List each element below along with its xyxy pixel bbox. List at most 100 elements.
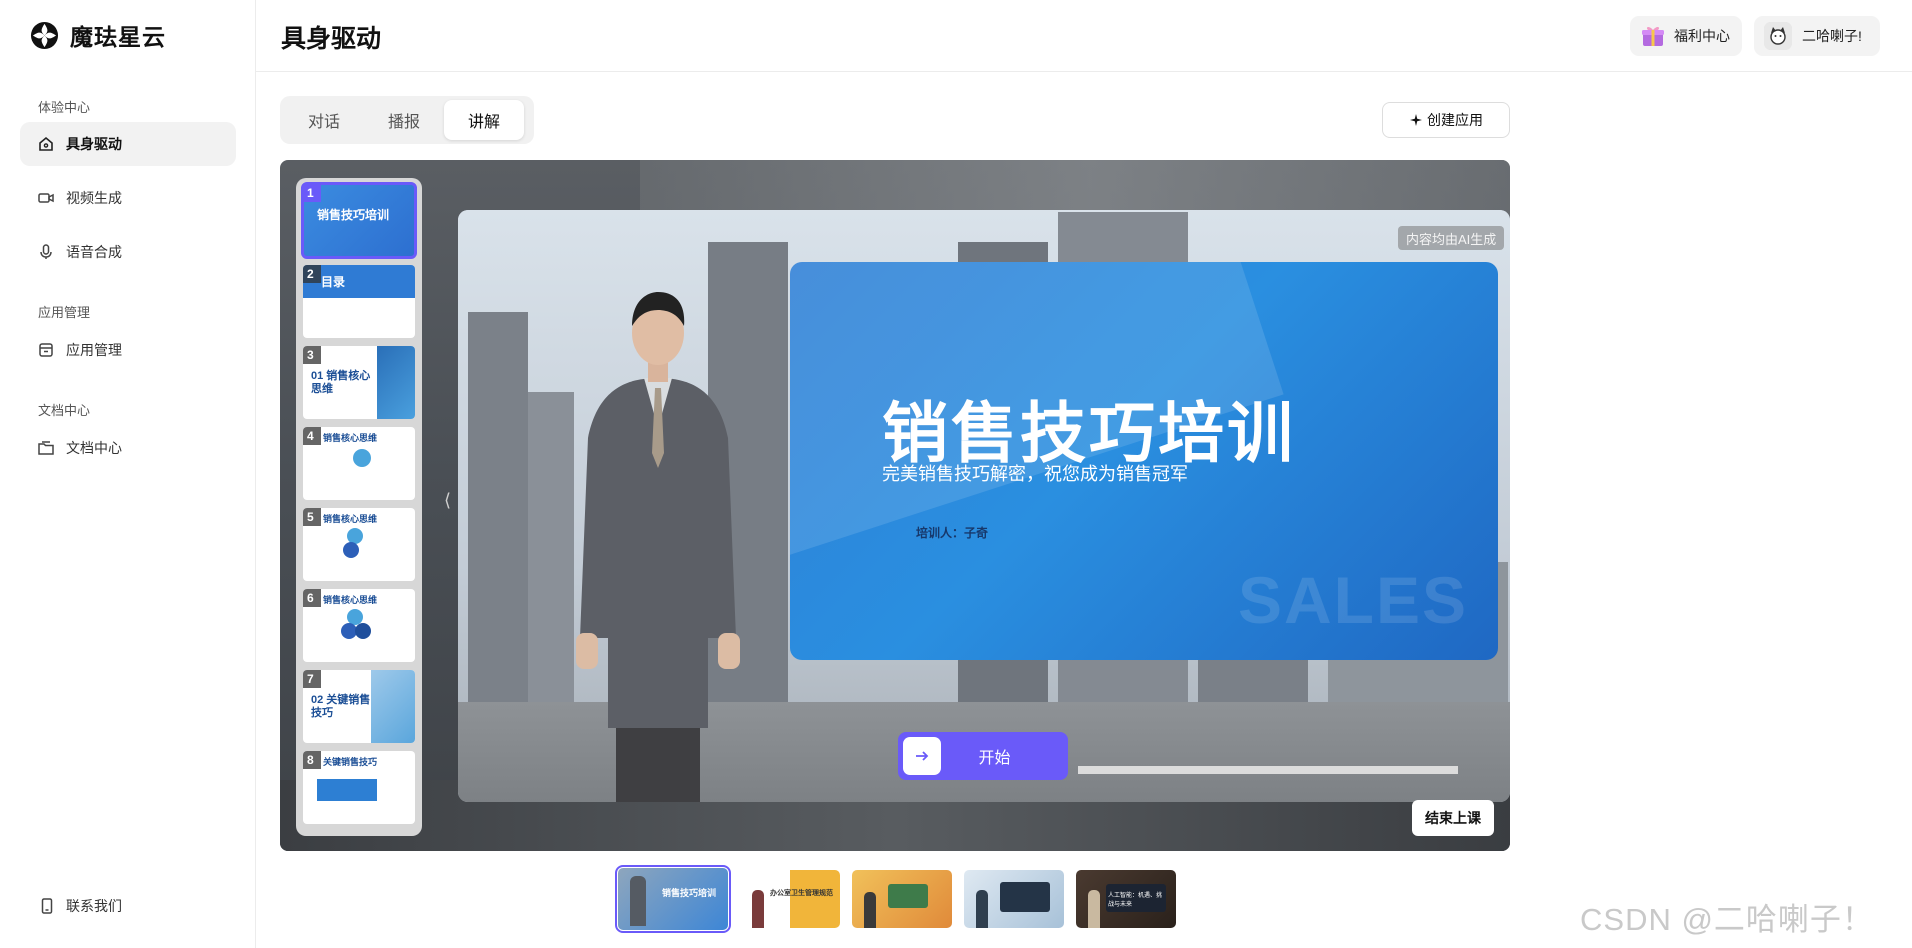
thumbnail-title: 销售技巧培训 [317,208,390,222]
sidebar-item-video-generation[interactable]: 视频生成 [20,176,236,220]
crosswalk [1078,766,1458,774]
user-name: 二哈喇子! [1802,28,1862,44]
gift-icon [1642,26,1664,46]
clover-logo-icon [30,21,59,49]
thumbnail-title: 销售核心思维 [323,514,378,524]
create-app-button[interactable]: 创建应用 [1382,102,1510,138]
thumbnail-image [371,670,415,743]
csdn-watermark: CSDN @二哈喇子！ [1580,902,1874,937]
thumbnail-number: 3 [303,346,321,364]
thumbnail-number: 7 [303,670,321,688]
sidebar-item-label: 文档中心 [66,440,122,456]
scene-thumbnail-5[interactable]: 人工智能：机遇、挑战与未来 [1076,870,1176,928]
thumbnail-graphic [355,623,371,639]
sidebar-item-label: 视频生成 [66,190,122,206]
sidebar-item-embodied-drive[interactable]: 具身驱动 [20,122,236,166]
video-camera-icon [37,189,55,207]
thumbnail-title: 02 关键销售技巧 [311,694,371,719]
rail-collapse-handle[interactable]: ⟨ [444,490,454,520]
thumbnail-graphic [353,449,371,467]
thumbnail-title: 01 销售核心思维 [311,370,371,395]
scene-thumbnail-4[interactable] [964,870,1064,928]
tab-dialogue[interactable]: 对话 [284,100,364,140]
slide-thumbnail-6[interactable]: 6 销售核心思维 [303,589,415,662]
slide-trainer: 培训人：子奇 [916,526,989,540]
building [468,312,528,712]
scene-presenter [630,876,646,926]
scene-thumbnail-label: 人工智能：机遇、挑战与未来 [1108,893,1163,908]
presentation-stage: 1 销售技巧培训 2 目录 3 01 销售核心思维 4 销售核心思维 5 销售核… [280,160,1510,851]
scene-thumbnail-label: 办公室卫生管理规范 [770,890,833,897]
current-slide: 销售技巧培训 完美销售技巧解密，祝您成为销售冠军 培训人：子奇 SALES [790,262,1498,660]
phone-icon [38,897,56,915]
thumbnail-number: 8 [303,751,321,769]
slide-subtitle: 完美销售技巧解密，祝您成为销售冠军 [882,464,1188,484]
ai-generated-tag: 内容均由AI生成 [1398,226,1505,250]
thumbnail-number: 1 [303,184,321,202]
slide-thumbnail-4[interactable]: 4 销售核心思维 [303,427,415,500]
thumbnail-title: 关键销售技巧 [323,757,378,767]
page-title: 具身驱动 [281,25,382,53]
avatar [1764,22,1792,50]
sidebar-item-app-management[interactable]: 应用管理 [20,328,236,372]
scene-presenter [864,892,876,928]
slide-thumbnail-8[interactable]: 8 关键销售技巧 [303,751,415,824]
scene-presenter [976,890,988,928]
thumbnail-graphic [317,779,377,801]
scene-thumbnail-3[interactable] [852,870,952,928]
thumbnail-number: 4 [303,427,321,445]
thumbnail-image [377,346,415,419]
microphone-icon [37,243,55,261]
scene-presenter [1088,890,1100,928]
welfare-center-button[interactable]: 福利中心 [1630,16,1742,56]
create-app-label: 创建应用 [1427,112,1483,128]
thumbnail-number: 5 [303,508,321,526]
start-label: 开始 [978,750,1011,767]
thumbnail-number: 2 [303,265,321,283]
slide-thumbnail-7[interactable]: 7 02 关键销售技巧 [303,670,415,743]
scene-board [1000,882,1050,912]
scene-thumbnail-1[interactable]: 销售技巧培训 [615,865,731,933]
contact-us-label: 联系我们 [66,898,122,914]
sidebar-item-label: 具身驱动 [66,136,122,152]
sidebar-item-label: 应用管理 [66,342,122,358]
sparkle-icon [1410,114,1422,126]
digital-human-presenter [576,292,740,802]
sidebar-item-speech-synthesis[interactable]: 语音合成 [20,230,236,274]
nav-group-title-experience: 体验中心 [38,100,91,115]
welfare-center-label: 福利中心 [1674,28,1730,44]
scene-thumbnail-label: 销售技巧培训 [662,888,717,898]
nav-group-title-app-management: 应用管理 [38,305,91,320]
slide-thumbnail-3[interactable]: 3 01 销售核心思维 [303,346,415,419]
arrow-right-icon [903,737,941,775]
thumbnail-title: 销售核心思维 [323,595,378,605]
contact-us-link[interactable]: 联系我们 [38,896,122,916]
top-header: 具身驱动 福利中心 二哈喇子! [256,0,1912,72]
slide-thumbnail-5[interactable]: 5 销售核心思维 [303,508,415,581]
start-button[interactable]: 开始 [898,732,1068,780]
home-icon [37,135,55,153]
nav-group-title-docs: 文档中心 [38,403,91,418]
scene-board [888,884,928,908]
app-box-icon [37,341,55,359]
slide-watermark: SALES [1238,563,1469,637]
scene-thumbnail-2[interactable]: 办公室卫生管理规范 [740,870,840,928]
video-scene: 内容均由AI生成 销售技巧培训 完美销售技巧解密，祝您成为销售冠军 培训人：子奇… [458,210,1510,802]
end-class-button[interactable]: 结束上课 [1412,800,1494,836]
slide-thumbnail-2[interactable]: 2 目录 [303,265,415,338]
slide-thumbnail-rail[interactable]: 1 销售技巧培训 2 目录 3 01 销售核心思维 4 销售核心思维 5 销售核… [296,178,422,836]
mode-tabs: 对话 播报 讲解 [280,96,534,144]
tab-broadcast[interactable]: 播报 [364,100,444,140]
tab-explain[interactable]: 讲解 [444,100,524,140]
slide-thumbnail-1[interactable]: 1 销售技巧培训 [301,182,417,259]
folder-icon [37,439,55,457]
brand[interactable]: 魔珐星云 [30,20,166,50]
sidebar-item-label: 语音合成 [66,244,122,260]
thumbnail-title: 销售核心思维 [323,433,378,443]
user-menu[interactable]: 二哈喇子! [1754,16,1880,56]
sidebar-item-docs-center[interactable]: 文档中心 [20,426,236,470]
sidebar: 魔珐星云 体验中心 具身驱动 视频生成 语音合成 应用管理 应用管理 文档中心 … [0,0,256,948]
thumbnail-title: 目录 [321,275,346,289]
thumbnail-graphic [343,542,359,558]
thumbnail-number: 6 [303,589,321,607]
